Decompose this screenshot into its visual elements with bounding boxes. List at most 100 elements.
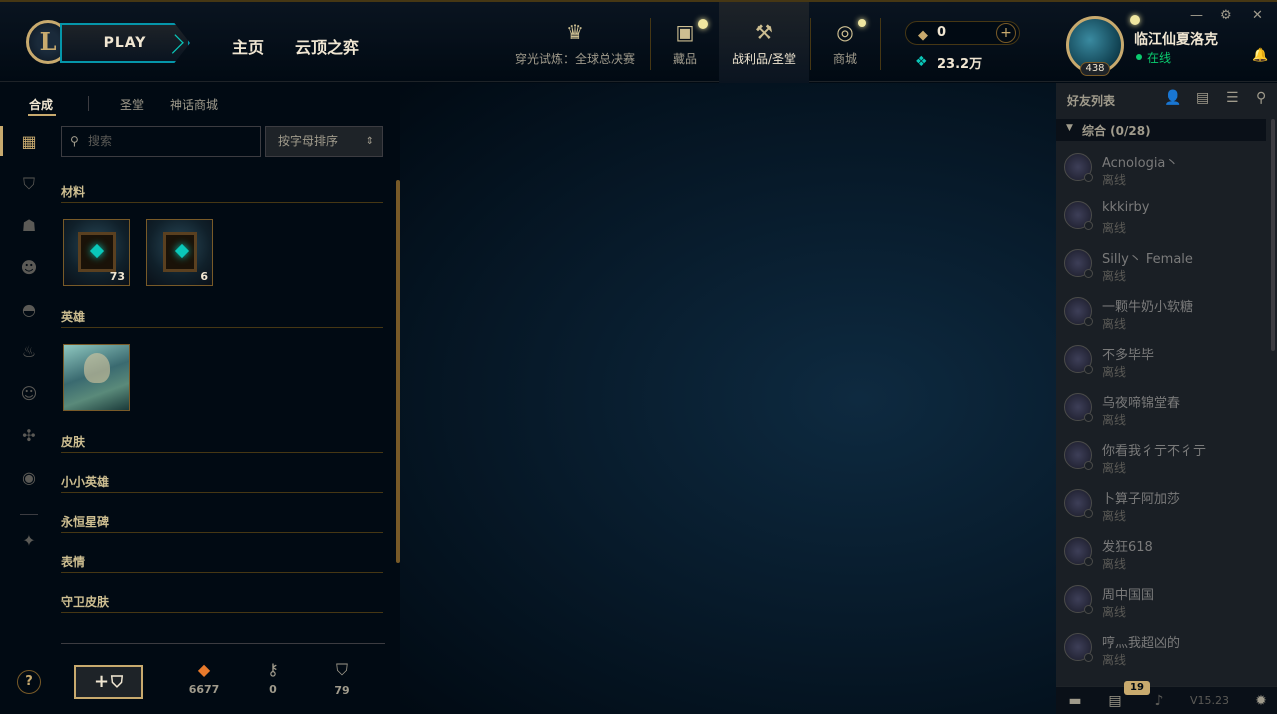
friend-row[interactable]: Silly丶 Female 离线: [1056, 239, 1266, 287]
orange-essence-icon: ◆: [197, 660, 211, 679]
friend-avatar: [1064, 297, 1093, 326]
collection-button[interactable]: ▣ 藏品: [662, 2, 708, 84]
buy-rp-button[interactable]: +: [996, 23, 1016, 43]
friend-name: Acnologia丶: [1102, 156, 1179, 171]
friend-name: 卜算子阿加莎: [1102, 492, 1181, 507]
friend-avatar: [1064, 345, 1093, 374]
friend-name: 周中国国: [1102, 588, 1155, 603]
friend-row[interactable]: 发狂618 离线: [1056, 527, 1266, 575]
section-skins[interactable]: 皮肤: [61, 433, 383, 453]
section-eternals[interactable]: 永恒星碑: [61, 513, 383, 533]
friend-status: 离线: [1102, 413, 1127, 427]
friend-name: Silly丶 Female: [1102, 252, 1193, 267]
tft-filter-icon[interactable]: ✣: [18, 426, 40, 448]
friend-status: 离线: [1102, 605, 1127, 619]
event-pass-button[interactable]: ♛ 穿光试炼：全球总决赛: [510, 2, 640, 84]
hextech-chest-tile[interactable]: 73: [63, 219, 130, 286]
search-input[interactable]: ⚲ 搜索: [61, 126, 261, 157]
champion-filter-icon[interactable]: ☗: [18, 216, 40, 238]
section-emotes[interactable]: 表情: [61, 553, 383, 573]
profile-icon-filter-icon[interactable]: ◉: [18, 468, 40, 490]
friend-row[interactable]: 周中国国 离线: [1056, 575, 1266, 623]
section-little-legends[interactable]: 小小英雄: [61, 473, 383, 493]
craft-key-button[interactable]: + ⛉: [74, 665, 143, 699]
chest-icon: [163, 232, 197, 272]
minimize-icon[interactable]: —: [1190, 8, 1203, 23]
tab-sanctum[interactable]: 圣堂: [120, 96, 144, 113]
friends-panel: 好友列表 👤 ▤ ☰ ⚲ ▼ 综合 (0/28) Acnologia丶 离线 kk…: [1056, 83, 1277, 714]
friend-status: 离线: [1102, 221, 1127, 235]
friend-avatar: [1064, 441, 1093, 470]
tab-craft[interactable]: 合成: [29, 96, 53, 113]
sort-dropdown[interactable]: 按字母排序 ⇕: [265, 126, 383, 157]
friend-group-label: 综合 (0/28): [1082, 124, 1151, 138]
key-value: 0: [269, 683, 277, 696]
friend-name: 哼灬我超凶的: [1102, 636, 1181, 651]
friend-avatar: [1064, 249, 1093, 278]
divider: [650, 18, 651, 70]
chest-value: 79: [334, 684, 350, 697]
friend-avatar: [1064, 201, 1093, 230]
flame-filter-icon[interactable]: ♨: [18, 342, 40, 364]
friend-name: kkkirby: [1102, 200, 1150, 215]
fold-icon[interactable]: ✦: [18, 531, 40, 553]
bug-report-icon[interactable]: ✹: [1246, 687, 1276, 714]
notification-dot: [858, 19, 866, 27]
section-materials[interactable]: 材料: [61, 183, 383, 203]
orange-essence-value: 6677: [188, 683, 220, 696]
section-divider: [61, 643, 385, 644]
divider: [880, 18, 881, 70]
friend-status: 离线: [1102, 557, 1127, 571]
loot-label: 战利品/圣堂: [731, 52, 797, 66]
friend-row[interactable]: 卜算子阿加莎 离线: [1056, 479, 1266, 527]
friend-row[interactable]: 哼灬我超凶的 离线: [1056, 623, 1266, 671]
nav-home[interactable]: 主页: [232, 34, 264, 58]
friend-group-header[interactable]: ▼ 综合 (0/28): [1056, 119, 1266, 141]
friend-row[interactable]: 乌夜啼锦堂春 离线: [1056, 383, 1266, 431]
add-friend-icon[interactable]: 👤: [1164, 90, 1181, 106]
friend-avatar: [1064, 537, 1093, 566]
champion-shard-tile[interactable]: [63, 344, 130, 411]
nav-tft[interactable]: 云顶之弈: [295, 34, 359, 58]
friend-row[interactable]: Acnologia丶 离线: [1056, 143, 1266, 191]
chest-icon: [78, 232, 116, 272]
store-button[interactable]: ◎ 商城: [822, 2, 868, 84]
friend-name: 乌夜啼锦堂春: [1102, 396, 1181, 411]
search-placeholder: 搜索: [88, 134, 113, 148]
chevron-down-icon: ▼: [1066, 123, 1073, 133]
friends-scrollbar[interactable]: [1271, 119, 1275, 351]
friend-name: 一颗牛奶小软糖: [1102, 300, 1194, 315]
profile-name[interactable]: 临江仙夏洛克: [1134, 29, 1218, 49]
play-button[interactable]: PLAY: [60, 23, 190, 63]
add-folder-icon[interactable]: ▤: [1196, 90, 1209, 106]
tab-mythic-shop[interactable]: 神话商城: [170, 96, 218, 113]
friend-row[interactable]: 不多毕毕 离线: [1056, 335, 1266, 383]
masterwork-chest-tile[interactable]: 6: [146, 219, 213, 286]
close-icon[interactable]: ✕: [1252, 8, 1263, 23]
trophy-icon: ♛: [566, 20, 584, 44]
friend-row[interactable]: 一颗牛奶小软糖 离线: [1056, 287, 1266, 335]
chat-icon[interactable]: ▬: [1060, 687, 1090, 714]
online-status-icon: [1136, 54, 1142, 60]
ward-filter-icon[interactable]: ◓: [18, 300, 40, 322]
friend-status: 离线: [1102, 653, 1127, 667]
friend-name: 发狂618: [1102, 540, 1153, 555]
loot-button[interactable]: ⚒ 战利品/圣堂: [719, 2, 809, 84]
search-friends-icon[interactable]: ⚲: [1256, 90, 1266, 106]
friend-row[interactable]: kkkirby 离线: [1056, 191, 1266, 239]
skin-filter-icon[interactable]: ☻: [18, 258, 40, 280]
help-button[interactable]: ?: [17, 670, 41, 694]
bell-icon[interactable]: 🔔: [1252, 48, 1268, 63]
emote-filter-icon[interactable]: ☺: [18, 384, 40, 406]
rp-value: 0: [937, 25, 947, 40]
all-items-grid-icon[interactable]: ▦: [18, 132, 40, 154]
friend-row[interactable]: 你看我彳亍不彳亍 离线: [1056, 431, 1266, 479]
riot-points-icon: ◆: [918, 28, 928, 43]
microphone-icon[interactable]: ♪: [1144, 687, 1174, 714]
section-champions[interactable]: 英雄: [61, 308, 383, 328]
settings-icon[interactable]: ⚙: [1220, 8, 1232, 23]
list-view-icon[interactable]: ☰: [1226, 90, 1239, 106]
version-label: V15.23: [1190, 694, 1230, 707]
section-ward-skins[interactable]: 守卫皮肤: [61, 593, 383, 613]
chest-filter-icon[interactable]: ⛉: [18, 174, 40, 196]
